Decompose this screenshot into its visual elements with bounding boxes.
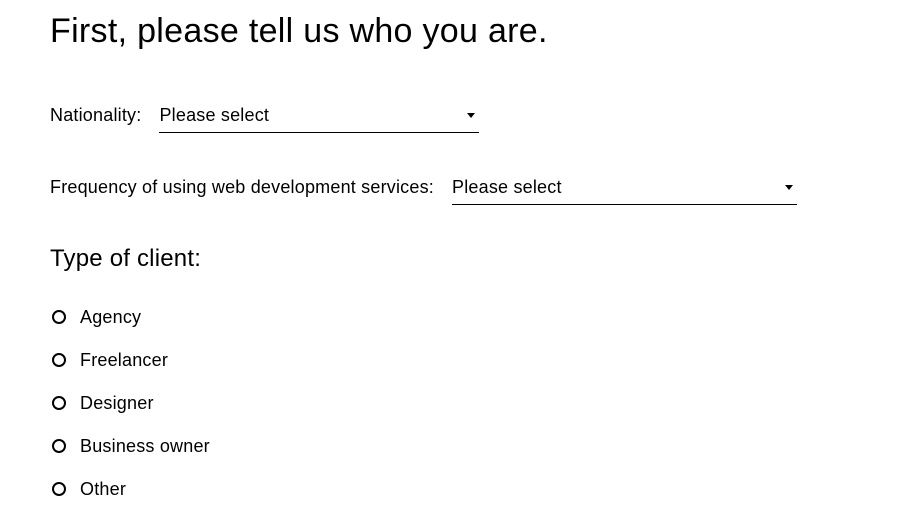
radio-icon [52, 396, 66, 410]
radio-label: Freelancer [80, 350, 168, 371]
chevron-down-icon [785, 185, 793, 190]
page-heading: First, please tell us who you are. [50, 10, 848, 53]
chevron-down-icon [467, 113, 475, 118]
radio-icon [52, 439, 66, 453]
radio-other[interactable]: Other [52, 479, 848, 500]
radio-business-owner[interactable]: Business owner [52, 436, 848, 457]
radio-icon [52, 482, 66, 496]
nationality-field: Nationality: Please select [50, 101, 848, 133]
frequency-select-value: Please select [452, 177, 785, 198]
radio-designer[interactable]: Designer [52, 393, 848, 414]
radio-icon [52, 353, 66, 367]
radio-label: Designer [80, 393, 154, 414]
radio-freelancer[interactable]: Freelancer [52, 350, 848, 371]
client-type-radio-group: Agency Freelancer Designer Business owne… [50, 307, 848, 500]
nationality-select[interactable]: Please select [159, 101, 479, 133]
frequency-select[interactable]: Please select [452, 173, 797, 205]
frequency-field: Frequency of using web development servi… [50, 173, 848, 205]
frequency-label: Frequency of using web development servi… [50, 177, 434, 198]
radio-label: Business owner [80, 436, 210, 457]
radio-label: Other [80, 479, 126, 500]
radio-label: Agency [80, 307, 141, 328]
radio-icon [52, 310, 66, 324]
client-type-heading: Type of client: [50, 245, 848, 273]
nationality-select-value: Please select [159, 105, 467, 126]
nationality-label: Nationality: [50, 105, 141, 126]
radio-agency[interactable]: Agency [52, 307, 848, 328]
